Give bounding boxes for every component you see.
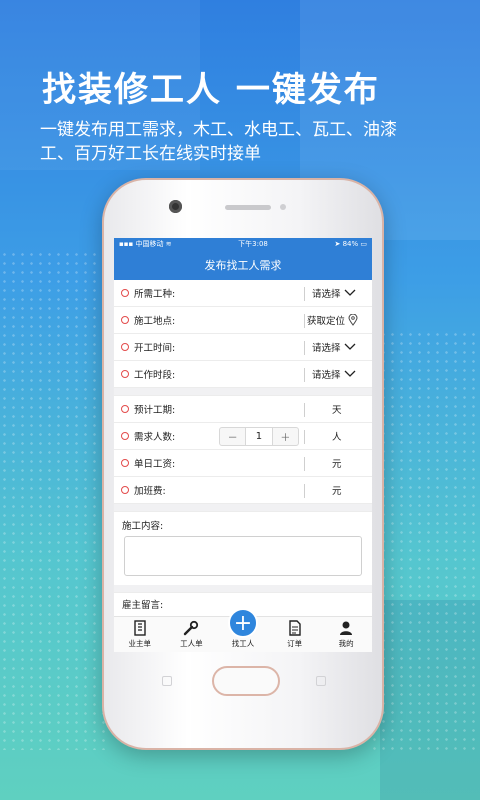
headcount-value[interactable]: 1 <box>245 428 273 445</box>
content-label: 施工内容: <box>122 521 164 532</box>
required-icon <box>121 343 129 351</box>
tab-find-workers[interactable]: + 找工人 <box>219 608 267 649</box>
required-icon <box>121 370 129 378</box>
get-location-button[interactable]: 获取定位 <box>307 313 358 327</box>
duration-unit: 天 <box>332 405 342 416</box>
section-gap <box>114 388 372 396</box>
required-icon <box>121 289 129 297</box>
work-period-select[interactable]: 请选择 <box>312 367 356 381</box>
worker-type-row[interactable]: 所需工种: 请选择 <box>114 280 372 307</box>
carrier-label: ▪▪▪ 中国移动 ≋ <box>119 240 172 248</box>
status-bar: ▪▪▪ 中国移动 ≋ 下午3:08 ➤ 84% ▭ <box>114 238 372 250</box>
phone-frame: ▪▪▪ 中国移动 ≋ 下午3:08 ➤ 84% ▭ 发布找工人需求 所需工种: … <box>102 178 384 750</box>
worker-type-select[interactable]: 请选择 <box>312 286 356 300</box>
battery-status: ➤ 84% ▭ <box>334 240 367 248</box>
required-icon <box>121 405 129 413</box>
chevron-down-icon <box>344 289 355 296</box>
tab-owner-orders[interactable]: 业主单 <box>116 620 164 649</box>
document-icon <box>288 620 301 636</box>
chevron-down-icon <box>344 343 355 350</box>
headcount-stepper[interactable]: － 1 ＋ <box>219 427 299 446</box>
overtime-fee-row[interactable]: 加班费: 元 <box>114 477 372 504</box>
content-textarea[interactable] <box>124 536 362 576</box>
promo-headline: 找装修工人 一键发布 <box>42 70 380 110</box>
required-icon <box>121 486 129 494</box>
start-time-row[interactable]: 开工时间: 请选择 <box>114 334 372 361</box>
recent-apps-key-icon <box>316 676 326 686</box>
daily-wage-row[interactable]: 单日工资: 元 <box>114 450 372 477</box>
back-key-icon <box>162 676 172 686</box>
page-title: 发布找工人需求 <box>114 250 372 280</box>
app-screen: ▪▪▪ 中国移动 ≋ 下午3:08 ➤ 84% ▭ 发布找工人需求 所需工种: … <box>114 238 372 652</box>
duration-row[interactable]: 预计工期: 天 <box>114 396 372 423</box>
camera-icon <box>169 200 182 213</box>
increment-button[interactable]: ＋ <box>273 428 298 445</box>
decrement-button[interactable]: － <box>220 428 245 445</box>
location-row[interactable]: 施工地点: 获取定位 <box>114 307 372 334</box>
sensor <box>280 204 286 210</box>
location-pin-icon <box>348 314 358 326</box>
work-period-row[interactable]: 工作时段: 请选择 <box>114 361 372 388</box>
section-gap <box>114 585 372 593</box>
headcount-row: 需求人数: － 1 ＋ 人 <box>114 423 372 450</box>
speaker-grille <box>225 205 271 210</box>
bg-dots <box>370 330 480 750</box>
status-time: 下午3:08 <box>238 240 268 248</box>
required-icon <box>121 316 129 324</box>
promo-subline: 一键发布用工需求，木工、水电工、瓦工、油漆工、百万好工长在线实时接单 <box>40 120 397 164</box>
tab-mine[interactable]: 我的 <box>322 620 370 649</box>
bg-dots <box>0 250 110 750</box>
required-icon <box>121 432 129 440</box>
start-time-select[interactable]: 请选择 <box>312 340 356 354</box>
bottom-tab-bar: 业主单 工人单 + 找工人 订单 我的 <box>114 608 372 652</box>
user-icon <box>340 621 353 635</box>
headcount-unit: 人 <box>332 432 342 443</box>
daily-wage-unit: 元 <box>332 459 342 470</box>
wrench-icon <box>184 620 199 636</box>
tab-worker-orders[interactable]: 工人单 <box>167 620 215 649</box>
home-button[interactable] <box>212 666 280 696</box>
overtime-fee-unit: 元 <box>332 486 342 497</box>
building-icon <box>134 620 146 636</box>
required-icon <box>121 459 129 467</box>
section-gap <box>114 504 372 512</box>
plus-icon[interactable]: + <box>227 608 258 638</box>
chevron-down-icon <box>344 370 355 377</box>
tab-orders[interactable]: 订单 <box>271 620 319 649</box>
